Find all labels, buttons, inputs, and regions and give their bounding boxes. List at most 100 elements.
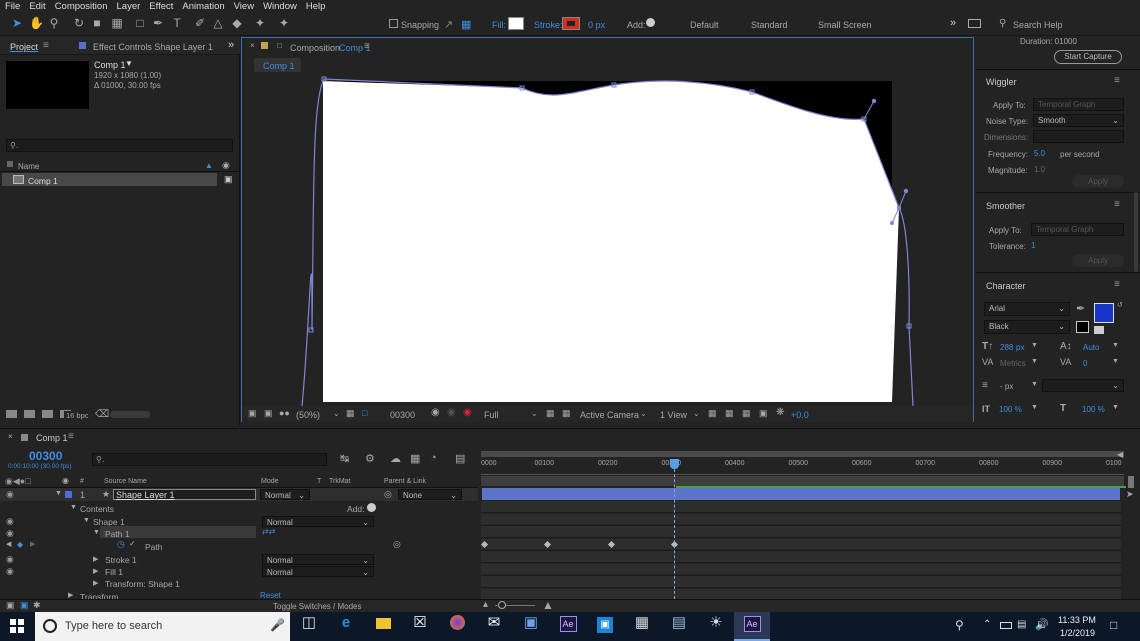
layer-duration-bar[interactable] [482, 488, 1120, 500]
view-dropdown-icon[interactable]: ⌄ [693, 409, 700, 418]
stroke-swatch[interactable] [562, 17, 580, 30]
channel-icon[interactable]: ◉ [463, 407, 472, 418]
comp-viewer[interactable] [242, 72, 973, 406]
workspace-overflow-icon[interactable]: » [950, 17, 956, 29]
stroke1-mode-dropdown[interactable]: Normal ⌄ [262, 554, 374, 565]
after-effects-icon-active[interactable]: Ae [741, 612, 763, 634]
fill-over-stroke-icon[interactable] [1094, 326, 1104, 334]
zoom-dropdown-icon[interactable]: ⌄ [333, 409, 340, 418]
prev-keyframe-icon[interactable]: ◀ [6, 540, 11, 548]
path1-expand-icon[interactable]: ▼ [93, 529, 100, 536]
horizontal-scale-dropdown-icon[interactable]: ▼ [1112, 404, 1119, 411]
stopwatch-icon[interactable]: ◷ [117, 539, 125, 550]
smoother-tolerance-value[interactable]: 1 [1031, 241, 1035, 250]
fill-swatch[interactable] [508, 17, 524, 30]
wiggler-menu-icon[interactable]: ≡ [1114, 75, 1120, 86]
frame-blending-icon[interactable]: ▦ [410, 452, 420, 465]
stroke1-label[interactable]: Stroke 1 [105, 555, 137, 565]
task-view-icon[interactable]: ◫ [298, 612, 320, 634]
snap-edges-icon[interactable]: ↗ [444, 18, 453, 31]
time-ruler[interactable]: 0000001000020000300004000050000600007000… [481, 457, 1124, 475]
leading-value[interactable]: Auto [1083, 343, 1099, 352]
comp-mini-flowchart-icon[interactable]: ↹ [340, 452, 349, 465]
clone-stamp-tool-icon[interactable]: △ [211, 17, 225, 30]
contents-expand-icon[interactable]: ▼ [70, 504, 77, 511]
save-app-icon[interactable]: ▣ [520, 612, 542, 634]
after-effects-icon-1[interactable]: Ae [557, 612, 579, 634]
tracking-dropdown-icon[interactable]: ▼ [1112, 358, 1119, 365]
graph-icon[interactable]: ✓ [129, 539, 136, 548]
tab-effect-controls[interactable]: Effect Controls Shape Layer 1 [93, 42, 213, 52]
smoother-menu-icon[interactable]: ≡ [1114, 199, 1120, 210]
brush-tool-icon[interactable]: ✐ [193, 17, 207, 30]
smoother-apply-to-dropdown[interactable]: Temporal Graph [1031, 223, 1124, 236]
font-family-dropdown[interactable]: Arial ⌄ [984, 302, 1070, 316]
font-style-dropdown[interactable]: Black ⌄ [984, 320, 1070, 334]
stroke-width-value[interactable]: 0 px [588, 20, 605, 30]
zoom-level[interactable]: (50%) [296, 410, 320, 420]
font-size-value[interactable]: 288 [1000, 343, 1013, 352]
start-capture-button[interactable]: Start Capture [1054, 50, 1122, 64]
transform-expand-icon[interactable]: ▶ [68, 591, 73, 599]
timeline-zoom-thumb[interactable] [498, 601, 506, 609]
fill-label[interactable]: Fill: [492, 20, 506, 30]
fill1-mode-dropdown[interactable]: Normal ⌄ [262, 566, 374, 577]
draft-3d-icon[interactable]: ⚙ [365, 452, 375, 465]
always-preview-icon[interactable]: ▣ [248, 408, 257, 419]
camera-view-dropdown[interactable]: Active Camera [580, 410, 639, 420]
parent-dropdown[interactable]: None ⌄ [398, 489, 462, 500]
rotate-tool-icon[interactable]: ↻ [72, 17, 86, 30]
fill1-expand-icon[interactable]: ▶ [93, 567, 98, 575]
work-area-bar[interactable] [481, 476, 1124, 486]
layer-mode-dropdown[interactable]: Normal ⌄ [260, 489, 310, 500]
lock-icon[interactable]: □ [277, 41, 282, 50]
store-icon[interactable]: ☒ [409, 612, 431, 634]
workspace-default[interactable]: Default [690, 20, 719, 30]
volume-icon[interactable]: 🔊 [1035, 618, 1049, 631]
current-time-display[interactable]: 00300 [390, 410, 415, 420]
transform-shape-expand-icon[interactable]: ▶ [93, 579, 98, 587]
microphone-icon[interactable]: 🎤 [270, 618, 285, 632]
add-circle-icon[interactable] [646, 18, 655, 27]
cti-head[interactable] [670, 459, 679, 469]
kerning-dropdown-icon[interactable]: ▼ [1031, 358, 1038, 365]
comp-tab-label[interactable]: Composition [290, 43, 340, 53]
timeline-end-marker-icon[interactable]: ◀ [1117, 450, 1123, 459]
exposure-reset-icon[interactable]: ❋ [776, 407, 784, 418]
comp-panel-close-icon[interactable]: × [250, 41, 255, 50]
name-column-header[interactable]: Name [18, 162, 39, 171]
graph-editor-icon[interactable]: ▤ [455, 452, 465, 465]
vertical-scale-value[interactable]: 100 % [999, 405, 1022, 414]
panel-overflow-icon[interactable]: » [228, 39, 234, 51]
rectangle-tool-icon[interactable]: □ [133, 17, 147, 30]
wiggler-dimensions-dropdown[interactable] [1033, 130, 1124, 143]
notepad-icon[interactable]: ▤ [668, 612, 690, 634]
toggle-mask-icon[interactable]: □ [362, 408, 367, 418]
zoom-in-icon[interactable]: ▲ [542, 598, 554, 612]
new-folder-icon[interactable] [24, 410, 35, 418]
windows-start-icon[interactable] [10, 619, 24, 633]
stroke1-expand-icon[interactable]: ▶ [93, 555, 98, 563]
right-panel-scrollbar[interactable] [1134, 192, 1138, 272]
smoother-apply-button[interactable]: Apply [1072, 254, 1124, 267]
hand-tool-icon[interactable]: ✋ [29, 17, 44, 30]
people-icon[interactable]: ⚲ [955, 618, 964, 632]
clock-date[interactable]: 1/2/2019 [1060, 628, 1095, 638]
next-keyframe-icon[interactable]: ▶ [30, 540, 35, 548]
menu-view[interactable]: View [234, 1, 254, 12]
workspace-small-screen[interactable]: Small Screen [818, 20, 872, 30]
layer-label-swatch[interactable] [65, 491, 72, 498]
timeline-toggle-icon[interactable]: ▦ [742, 408, 751, 419]
network-icon[interactable]: ▤ [1017, 619, 1026, 630]
menu-animation[interactable]: Animation [182, 1, 224, 12]
transfer-controls-icon[interactable]: ▣ [20, 600, 29, 611]
horizontal-scale-value[interactable]: 100 % [1082, 405, 1105, 414]
menu-file[interactable]: File [5, 1, 20, 12]
snapping-checkbox[interactable] [389, 19, 398, 28]
character-menu-icon[interactable]: ≡ [1114, 279, 1120, 290]
menu-layer[interactable]: Layer [117, 1, 141, 12]
eraser-tool-icon[interactable]: ◆ [230, 17, 244, 30]
fit-icon[interactable]: ▦ [346, 408, 355, 419]
camera-dropdown-icon[interactable]: ⌄ [640, 409, 647, 418]
shy-layers-icon[interactable]: ☁ [390, 452, 401, 465]
